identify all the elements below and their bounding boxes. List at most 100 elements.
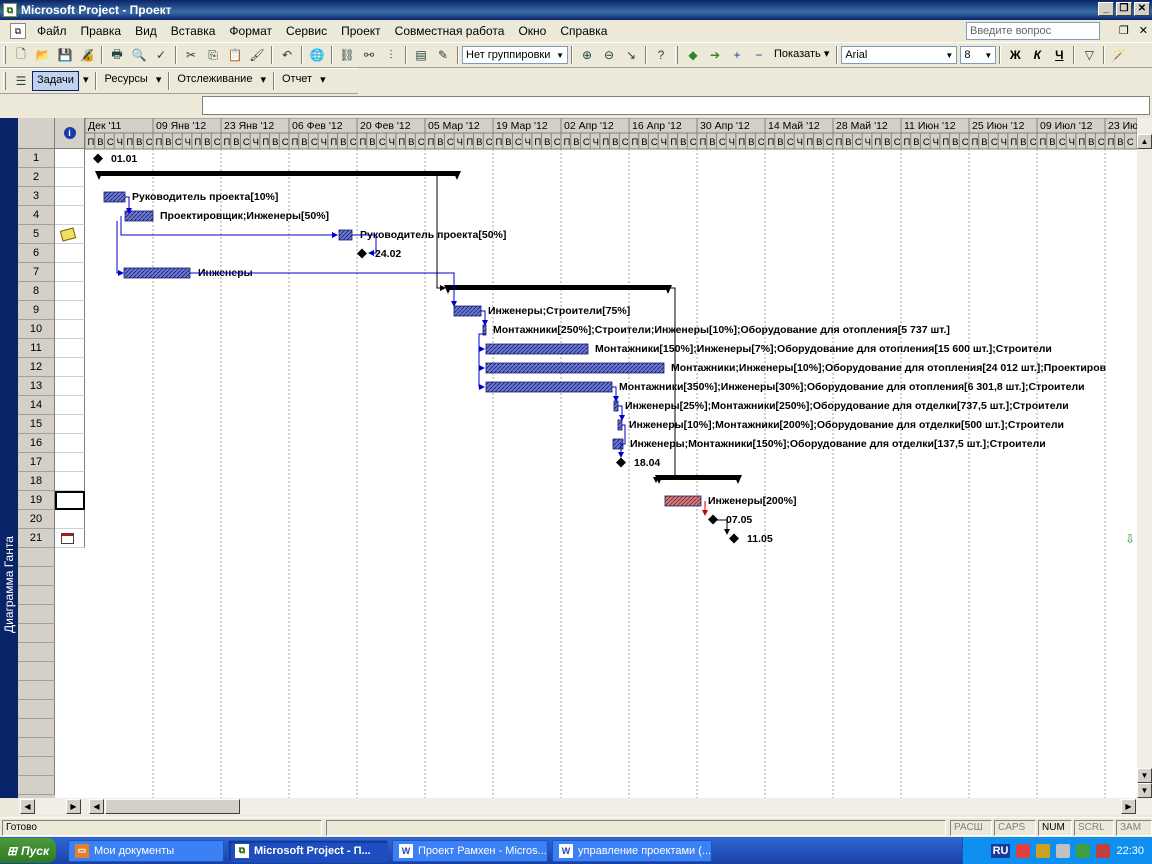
language-indicator[interactable]: RU xyxy=(990,843,1011,858)
new-icon[interactable]: 🗋 xyxy=(10,44,32,66)
scroll-bottom-button[interactable]: ▼ xyxy=(1137,783,1152,798)
note-icon[interactable] xyxy=(59,227,77,242)
printer-icon[interactable] xyxy=(1056,843,1071,858)
doc-close-button[interactable]: ✕ xyxy=(1139,24,1148,37)
zoom-out-icon[interactable]: ⊖ xyxy=(598,44,620,66)
gantt-wizard-icon[interactable]: 🪄 xyxy=(1108,44,1130,66)
unlink-tasks-icon[interactable]: ⚯ xyxy=(358,44,380,66)
toolbar-grip[interactable] xyxy=(675,46,678,64)
save-icon[interactable]: 💾 xyxy=(54,44,76,66)
open-icon[interactable]: 📂 xyxy=(32,44,54,66)
row-number[interactable]: 1 xyxy=(18,149,55,168)
chart-scroll-thumb[interactable] xyxy=(105,799,240,814)
paste-icon[interactable]: 📋 xyxy=(224,44,246,66)
row-number-empty[interactable] xyxy=(18,681,55,700)
help-icon[interactable]: ? xyxy=(650,44,672,66)
show-button[interactable]: Показать ▾ xyxy=(770,45,833,65)
project-icon[interactable]: ⧉ xyxy=(3,3,17,17)
row-number[interactable]: 4 xyxy=(18,206,55,225)
menu-help[interactable]: Справка xyxy=(553,24,614,38)
toolbar-grip[interactable] xyxy=(3,46,6,64)
hyperlink-icon[interactable]: 🌐 xyxy=(306,44,328,66)
network-icon[interactable] xyxy=(1036,843,1051,858)
font-size-select[interactable]: 8 ▼ xyxy=(960,46,997,64)
antivirus-icon[interactable] xyxy=(1016,843,1031,858)
format-painter-icon[interactable]: 🖌 xyxy=(246,44,268,66)
row-number[interactable]: 10 xyxy=(18,320,55,339)
row-number[interactable]: 20 xyxy=(18,510,55,529)
selected-cell[interactable] xyxy=(55,491,85,510)
tracking-dropdown-icon[interactable]: ▾ xyxy=(256,71,270,91)
menu-collaborate[interactable]: Совместная работа xyxy=(388,24,512,38)
bold-button[interactable]: Ж xyxy=(1004,48,1026,62)
row-number[interactable]: 14 xyxy=(18,396,55,415)
select-all-corner[interactable] xyxy=(18,118,55,149)
volume-icon[interactable] xyxy=(1076,843,1091,858)
spelling-icon[interactable]: ✓ xyxy=(150,44,172,66)
goto-task-icon[interactable]: ↘ xyxy=(620,44,642,66)
print-icon[interactable]: 🖶 xyxy=(106,44,128,66)
toolbar-grip[interactable] xyxy=(3,72,6,90)
close-button[interactable]: ✕ xyxy=(1134,2,1150,16)
table-hscrollbar[interactable]: ◀ ▶ xyxy=(18,798,85,815)
doc-restore-button[interactable]: ❐ xyxy=(1119,24,1129,37)
row-number[interactable]: 7 xyxy=(18,263,55,282)
underline-button[interactable]: Ч xyxy=(1048,48,1070,62)
row-number-empty[interactable] xyxy=(18,700,55,719)
table-scroll-left-button[interactable]: ◀ xyxy=(20,799,35,814)
menu-window[interactable]: Окно xyxy=(511,24,553,38)
indent-icon[interactable]: ➔ xyxy=(704,44,726,66)
taskbar-my-documents[interactable]: ▭ Мои документы xyxy=(68,839,224,862)
menu-project[interactable]: Проект xyxy=(334,24,388,38)
menu-tools[interactable]: Сервис xyxy=(279,24,334,38)
tasks-dropdown-icon[interactable]: ▾ xyxy=(79,71,93,91)
tracking-button[interactable]: Отслеживание xyxy=(173,71,256,91)
row-number[interactable]: 18 xyxy=(18,472,55,491)
row-number-empty[interactable] xyxy=(18,624,55,643)
table-scroll-right-button[interactable]: ▶ xyxy=(66,799,81,814)
row-number-empty[interactable] xyxy=(18,567,55,586)
row-number-empty[interactable] xyxy=(18,586,55,605)
taskbar-word-doc-2[interactable]: Wуправление проектами (... xyxy=(552,839,712,862)
task-info-icon[interactable]: ▤ xyxy=(410,44,432,66)
copy-icon[interactable]: ⎘ xyxy=(202,44,224,66)
filter-icon[interactable]: ▽ xyxy=(1078,44,1100,66)
menu-view[interactable]: Вид xyxy=(128,24,164,38)
zoom-in-icon[interactable]: ⊕ xyxy=(576,44,598,66)
menu-format[interactable]: Формат xyxy=(222,24,279,38)
chart-scroll-left-button[interactable]: ◀ xyxy=(89,799,104,814)
chart-scroll-right-button[interactable]: ▶ xyxy=(1121,799,1136,814)
tasks-button[interactable]: Задачи xyxy=(32,71,79,91)
row-number[interactable]: 11 xyxy=(18,339,55,358)
row-number[interactable]: 16 xyxy=(18,434,55,453)
menu-file[interactable]: Файл xyxy=(30,24,74,38)
row-number[interactable]: 13 xyxy=(18,377,55,396)
tray-arrow-icon[interactable] xyxy=(1096,843,1111,858)
row-number-empty[interactable] xyxy=(18,719,55,738)
resources-dropdown-icon[interactable]: ▾ xyxy=(152,71,166,91)
scroll-up-button[interactable]: ▲ xyxy=(1137,134,1152,149)
undo-icon[interactable]: ↶ xyxy=(276,44,298,66)
row-number-empty[interactable] xyxy=(18,662,55,681)
print-preview-icon[interactable]: 🔍 xyxy=(128,44,150,66)
show-subtasks-icon[interactable]: + xyxy=(726,44,748,66)
vertical-scrollbar[interactable]: ▲ ▼ ▼ xyxy=(1137,118,1152,798)
chart-hscrollbar[interactable]: ◀ ▶ xyxy=(85,798,1152,815)
outdent-icon[interactable]: ◆ xyxy=(682,44,704,66)
row-number[interactable]: 19 xyxy=(18,491,55,510)
notes-icon[interactable]: ✎ xyxy=(432,44,454,66)
scroll-down-button[interactable]: ▼ xyxy=(1137,768,1152,783)
font-select[interactable]: Arial ▼ xyxy=(841,46,958,64)
taskbar-ms-project[interactable]: ⧉ Microsoft Project - П... xyxy=(228,839,388,862)
menu-insert[interactable]: Вставка xyxy=(164,24,223,38)
indicators-header[interactable]: i xyxy=(55,118,85,149)
guide-icon[interactable]: ☰ xyxy=(10,70,32,92)
row-number-empty[interactable] xyxy=(18,738,55,757)
row-number[interactable]: 21 xyxy=(18,529,55,548)
document-icon[interactable]: ⧉ xyxy=(10,23,26,39)
row-number[interactable]: 6 xyxy=(18,244,55,263)
start-button[interactable]: ⊞ Пуск xyxy=(0,838,56,863)
cut-icon[interactable]: ✂ xyxy=(180,44,202,66)
row-number-empty[interactable] xyxy=(18,643,55,662)
ask-question-input[interactable]: Введите вопрос xyxy=(966,22,1100,40)
